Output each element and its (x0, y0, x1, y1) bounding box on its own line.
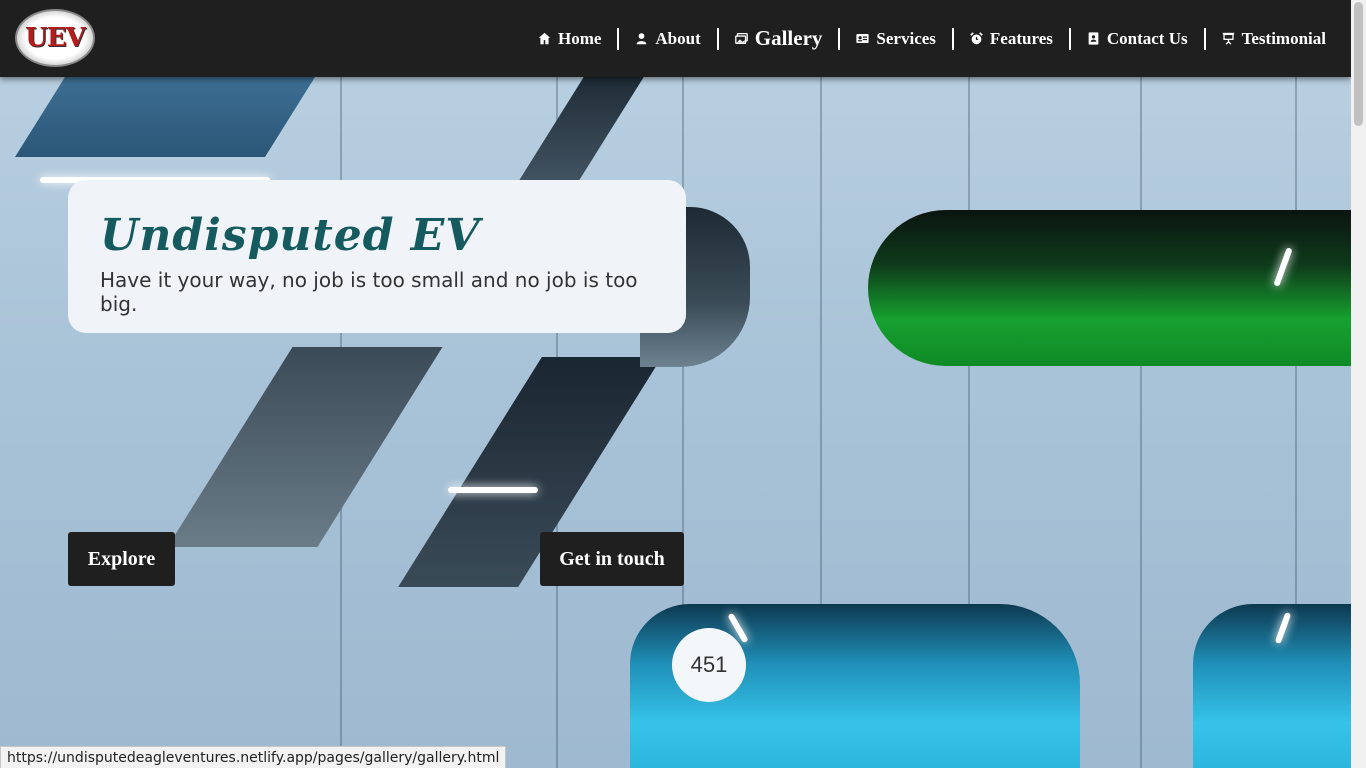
images-icon (734, 32, 748, 45)
link-status-bar: https://undisputedeagleventures.netlify.… (0, 746, 507, 768)
contact-book-icon (1088, 32, 1099, 45)
nav-label-home: Home (557, 28, 602, 48)
nav-item-about[interactable]: About (619, 27, 719, 50)
nav-label-gallery: Gallery (754, 26, 823, 50)
nav-item-contact[interactable]: Contact Us (1071, 27, 1206, 50)
nav-label-contact: Contact Us (1106, 28, 1188, 48)
nav-item-gallery[interactable]: Gallery (719, 26, 841, 50)
nav-label-about: About (655, 28, 701, 48)
nav-item-home[interactable]: Home (522, 27, 620, 50)
hero-subtitle: Have it your way, no job is too small an… (100, 268, 638, 316)
page-scrollbar[interactable] (1351, 0, 1366, 768)
nav-label-services: Services (876, 28, 936, 48)
nav-item-testimonial[interactable]: Testimonial (1206, 28, 1326, 50)
explore-button[interactable]: Explore (68, 532, 175, 586)
brand-logo[interactable]: UEV (15, 9, 95, 67)
scrollbar-thumb[interactable] (1354, 2, 1363, 126)
presentation-icon (1222, 32, 1234, 45)
nav-links: Home About Gallery Services Features Con… (522, 0, 1326, 77)
navbar: UEV Home About Gallery Services Features… (0, 0, 1351, 77)
alarm-icon (970, 32, 983, 45)
home-icon (538, 32, 551, 45)
id-card-icon (856, 34, 870, 43)
nav-label-testimonial: Testimonial (1241, 28, 1326, 48)
nav-label-features: Features (989, 28, 1053, 48)
nav-item-services[interactable]: Services (840, 27, 954, 50)
logo-text: UEV (25, 23, 86, 53)
hero-title: Undisputed EV (100, 210, 481, 261)
person-icon (637, 33, 647, 45)
hero-card: Undisputed EV Have it your way, no job i… (68, 180, 686, 333)
get-in-touch-button[interactable]: Get in touch (540, 532, 684, 586)
room-number-sign: 451 (672, 628, 746, 702)
nav-item-features[interactable]: Features (954, 27, 1071, 50)
